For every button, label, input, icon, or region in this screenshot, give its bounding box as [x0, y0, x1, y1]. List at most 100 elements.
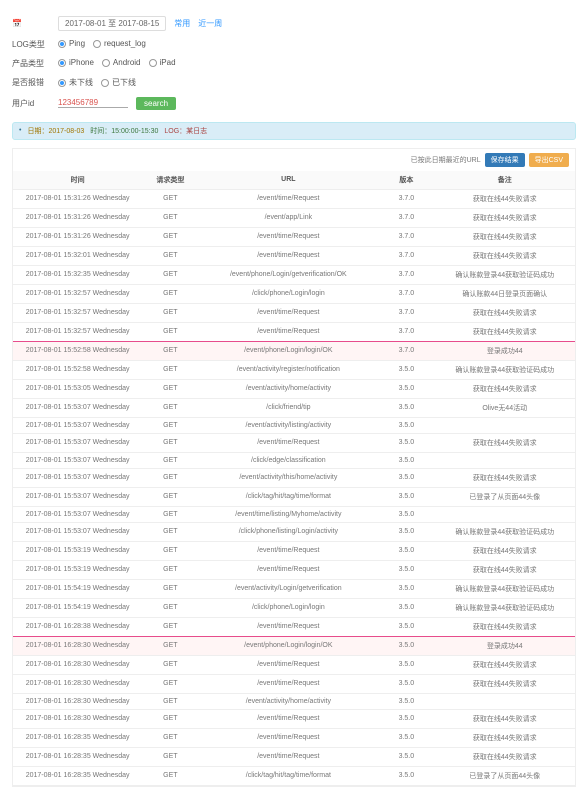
cell-version: 3.7.0 [378, 227, 434, 246]
cell-time: 2017-08-01 16:28:35 Wednesday [13, 766, 142, 785]
table-row[interactable]: 2017-08-01 16:28:30 WednesdayGET/event/p… [13, 636, 575, 655]
cell-url: /click/tag/hit/tag/time/format [198, 487, 378, 506]
cell-method: GET [142, 617, 198, 636]
btn-export-csv[interactable]: 导出CSV [529, 153, 569, 167]
cell-time: 2017-08-01 15:52:58 Wednesday [13, 360, 142, 379]
cell-method: GET [142, 541, 198, 560]
table-row[interactable]: 2017-08-01 16:28:30 WednesdayGET/event/t… [13, 674, 575, 693]
radio-icon [101, 79, 109, 87]
table-header-row: 时间 请求类型 URL 版本 备注 [13, 171, 575, 190]
table-row[interactable]: 2017-08-01 15:53:07 WednesdayGET/click/f… [13, 398, 575, 417]
table-row[interactable]: 2017-08-01 15:53:19 WednesdayGET/event/t… [13, 560, 575, 579]
cell-url: /click/phone/Login/login [198, 284, 378, 303]
radio-label: 已下线 [112, 77, 136, 88]
user-label: 用户id [12, 98, 50, 109]
cell-version: 3.7.0 [378, 246, 434, 265]
table-row[interactable]: 2017-08-01 15:53:07 WednesdayGET/click/t… [13, 487, 575, 506]
table-row[interactable]: 2017-08-01 16:28:38 WednesdayGET/event/t… [13, 617, 575, 636]
table-row[interactable]: 2017-08-01 16:28:30 WednesdayGET/event/t… [13, 709, 575, 728]
cell-url: /event/time/Request [198, 728, 378, 747]
log-option-0[interactable]: Ping [58, 39, 85, 48]
cell-time: 2017-08-01 15:52:58 Wednesday [13, 341, 142, 360]
table-row[interactable]: 2017-08-01 16:28:30 WednesdayGET/event/t… [13, 655, 575, 674]
cell-remark: Olive无44活动 [434, 398, 575, 417]
cell-method: GET [142, 506, 198, 522]
table-toolbar: 已按此日期最近的URL 保存结果 导出CSV [13, 149, 575, 171]
table-row[interactable]: 2017-08-01 15:53:07 WednesdayGET/event/t… [13, 433, 575, 452]
cell-method: GET [142, 284, 198, 303]
cell-remark: 获取在线44失败请求 [434, 728, 575, 747]
table-note: 已按此日期最近的URL [411, 155, 481, 165]
cell-remark: 获取在线44失败请求 [434, 468, 575, 487]
cell-url: /event/time/Request [198, 655, 378, 674]
table-row[interactable]: 2017-08-01 15:53:07 WednesdayGET/event/t… [13, 506, 575, 522]
table-row[interactable]: 2017-08-01 16:28:35 WednesdayGET/event/t… [13, 747, 575, 766]
cell-method: GET [142, 674, 198, 693]
cell-method: GET [142, 322, 198, 341]
cell-version: 3.5.0 [378, 655, 434, 674]
cell-version: 3.5.0 [378, 398, 434, 417]
cell-time: 2017-08-01 15:53:07 Wednesday [13, 506, 142, 522]
cell-time: 2017-08-01 15:32:57 Wednesday [13, 284, 142, 303]
date-action-0[interactable]: 常用 [174, 18, 190, 29]
cell-method: GET [142, 341, 198, 360]
cell-remark: 获取在线44失败请求 [434, 655, 575, 674]
cell-url: /click/friend/tip [198, 398, 378, 417]
radio-icon [58, 79, 66, 87]
table-row[interactable]: 2017-08-01 16:28:30 WednesdayGET/event/a… [13, 693, 575, 709]
table-row[interactable]: 2017-08-01 15:53:07 WednesdayGET/click/e… [13, 452, 575, 468]
table-row[interactable]: 2017-08-01 15:32:57 WednesdayGET/event/t… [13, 322, 575, 341]
cell-method: GET [142, 728, 198, 747]
cell-url: /event/time/Request [198, 433, 378, 452]
table-row[interactable]: 2017-08-01 15:31:26 WednesdayGET/event/t… [13, 189, 575, 208]
table-row[interactable]: 2017-08-01 15:54:19 WednesdayGET/click/p… [13, 598, 575, 617]
cell-url: /event/time/Request [198, 303, 378, 322]
error-option-1[interactable]: 已下线 [101, 77, 136, 88]
btn-save-result[interactable]: 保存结果 [485, 153, 525, 167]
table-row[interactable]: 2017-08-01 16:28:35 WednesdayGET/click/t… [13, 766, 575, 785]
date-action-1[interactable]: 近一周 [198, 18, 222, 29]
cell-method: GET [142, 227, 198, 246]
table-row[interactable]: 2017-08-01 15:53:07 WednesdayGET/event/a… [13, 468, 575, 487]
table-row[interactable]: 2017-08-01 15:53:07 WednesdayGET/event/a… [13, 417, 575, 433]
table-row[interactable]: 2017-08-01 15:52:58 WednesdayGET/event/a… [13, 360, 575, 379]
cell-version: 3.5.0 [378, 360, 434, 379]
col-version: 版本 [378, 171, 434, 190]
log-option-1[interactable]: request_log [93, 39, 146, 48]
cell-method: GET [142, 265, 198, 284]
date-icon: 📅 [12, 19, 50, 28]
table-row[interactable]: 2017-08-01 15:53:19 WednesdayGET/event/t… [13, 541, 575, 560]
cell-version: 3.5.0 [378, 487, 434, 506]
table-row[interactable]: 2017-08-01 15:32:57 WednesdayGET/click/p… [13, 284, 575, 303]
table-row[interactable]: 2017-08-01 15:52:58 WednesdayGET/event/p… [13, 341, 575, 360]
cell-time: 2017-08-01 16:28:30 Wednesday [13, 693, 142, 709]
product-option-1[interactable]: Android [102, 58, 141, 67]
table-row[interactable]: 2017-08-01 15:31:26 WednesdayGET/event/a… [13, 208, 575, 227]
cell-remark [434, 506, 575, 522]
info-seg-3: LOG：某日志 [164, 126, 207, 136]
product-option-0[interactable]: iPhone [58, 58, 94, 67]
cell-time: 2017-08-01 15:32:01 Wednesday [13, 246, 142, 265]
product-option-2[interactable]: iPad [149, 58, 176, 67]
error-option-0[interactable]: 未下线 [58, 77, 93, 88]
table-row[interactable]: 2017-08-01 15:53:05 WednesdayGET/event/a… [13, 379, 575, 398]
cell-url: /event/app/Link [198, 208, 378, 227]
cell-remark: 已登录了从页面44头像 [434, 766, 575, 785]
info-seg-2: 时间：15:00:00-15:30 [90, 126, 158, 136]
table-row[interactable]: 2017-08-01 15:31:26 WednesdayGET/event/t… [13, 227, 575, 246]
table-row[interactable]: 2017-08-01 16:28:35 WednesdayGET/event/t… [13, 728, 575, 747]
user-input[interactable] [58, 98, 128, 108]
cell-method: GET [142, 655, 198, 674]
cell-url: /click/phone/listing/Login/activity [198, 522, 378, 541]
date-range[interactable]: 2017-08-01 至 2017-08-15 [58, 16, 166, 31]
cell-version: 3.5.0 [378, 560, 434, 579]
table-row[interactable]: 2017-08-01 15:32:01 WednesdayGET/event/t… [13, 246, 575, 265]
cell-method: GET [142, 487, 198, 506]
table-row[interactable]: 2017-08-01 15:32:57 WednesdayGET/event/t… [13, 303, 575, 322]
cell-version: 3.5.0 [378, 506, 434, 522]
search-button[interactable]: search [136, 97, 176, 110]
cell-method: GET [142, 636, 198, 655]
table-row[interactable]: 2017-08-01 15:53:07 WednesdayGET/click/p… [13, 522, 575, 541]
cell-time: 2017-08-01 15:53:05 Wednesday [13, 379, 142, 398]
table-row[interactable]: 2017-08-01 15:32:35 WednesdayGET/event/p… [13, 265, 575, 284]
